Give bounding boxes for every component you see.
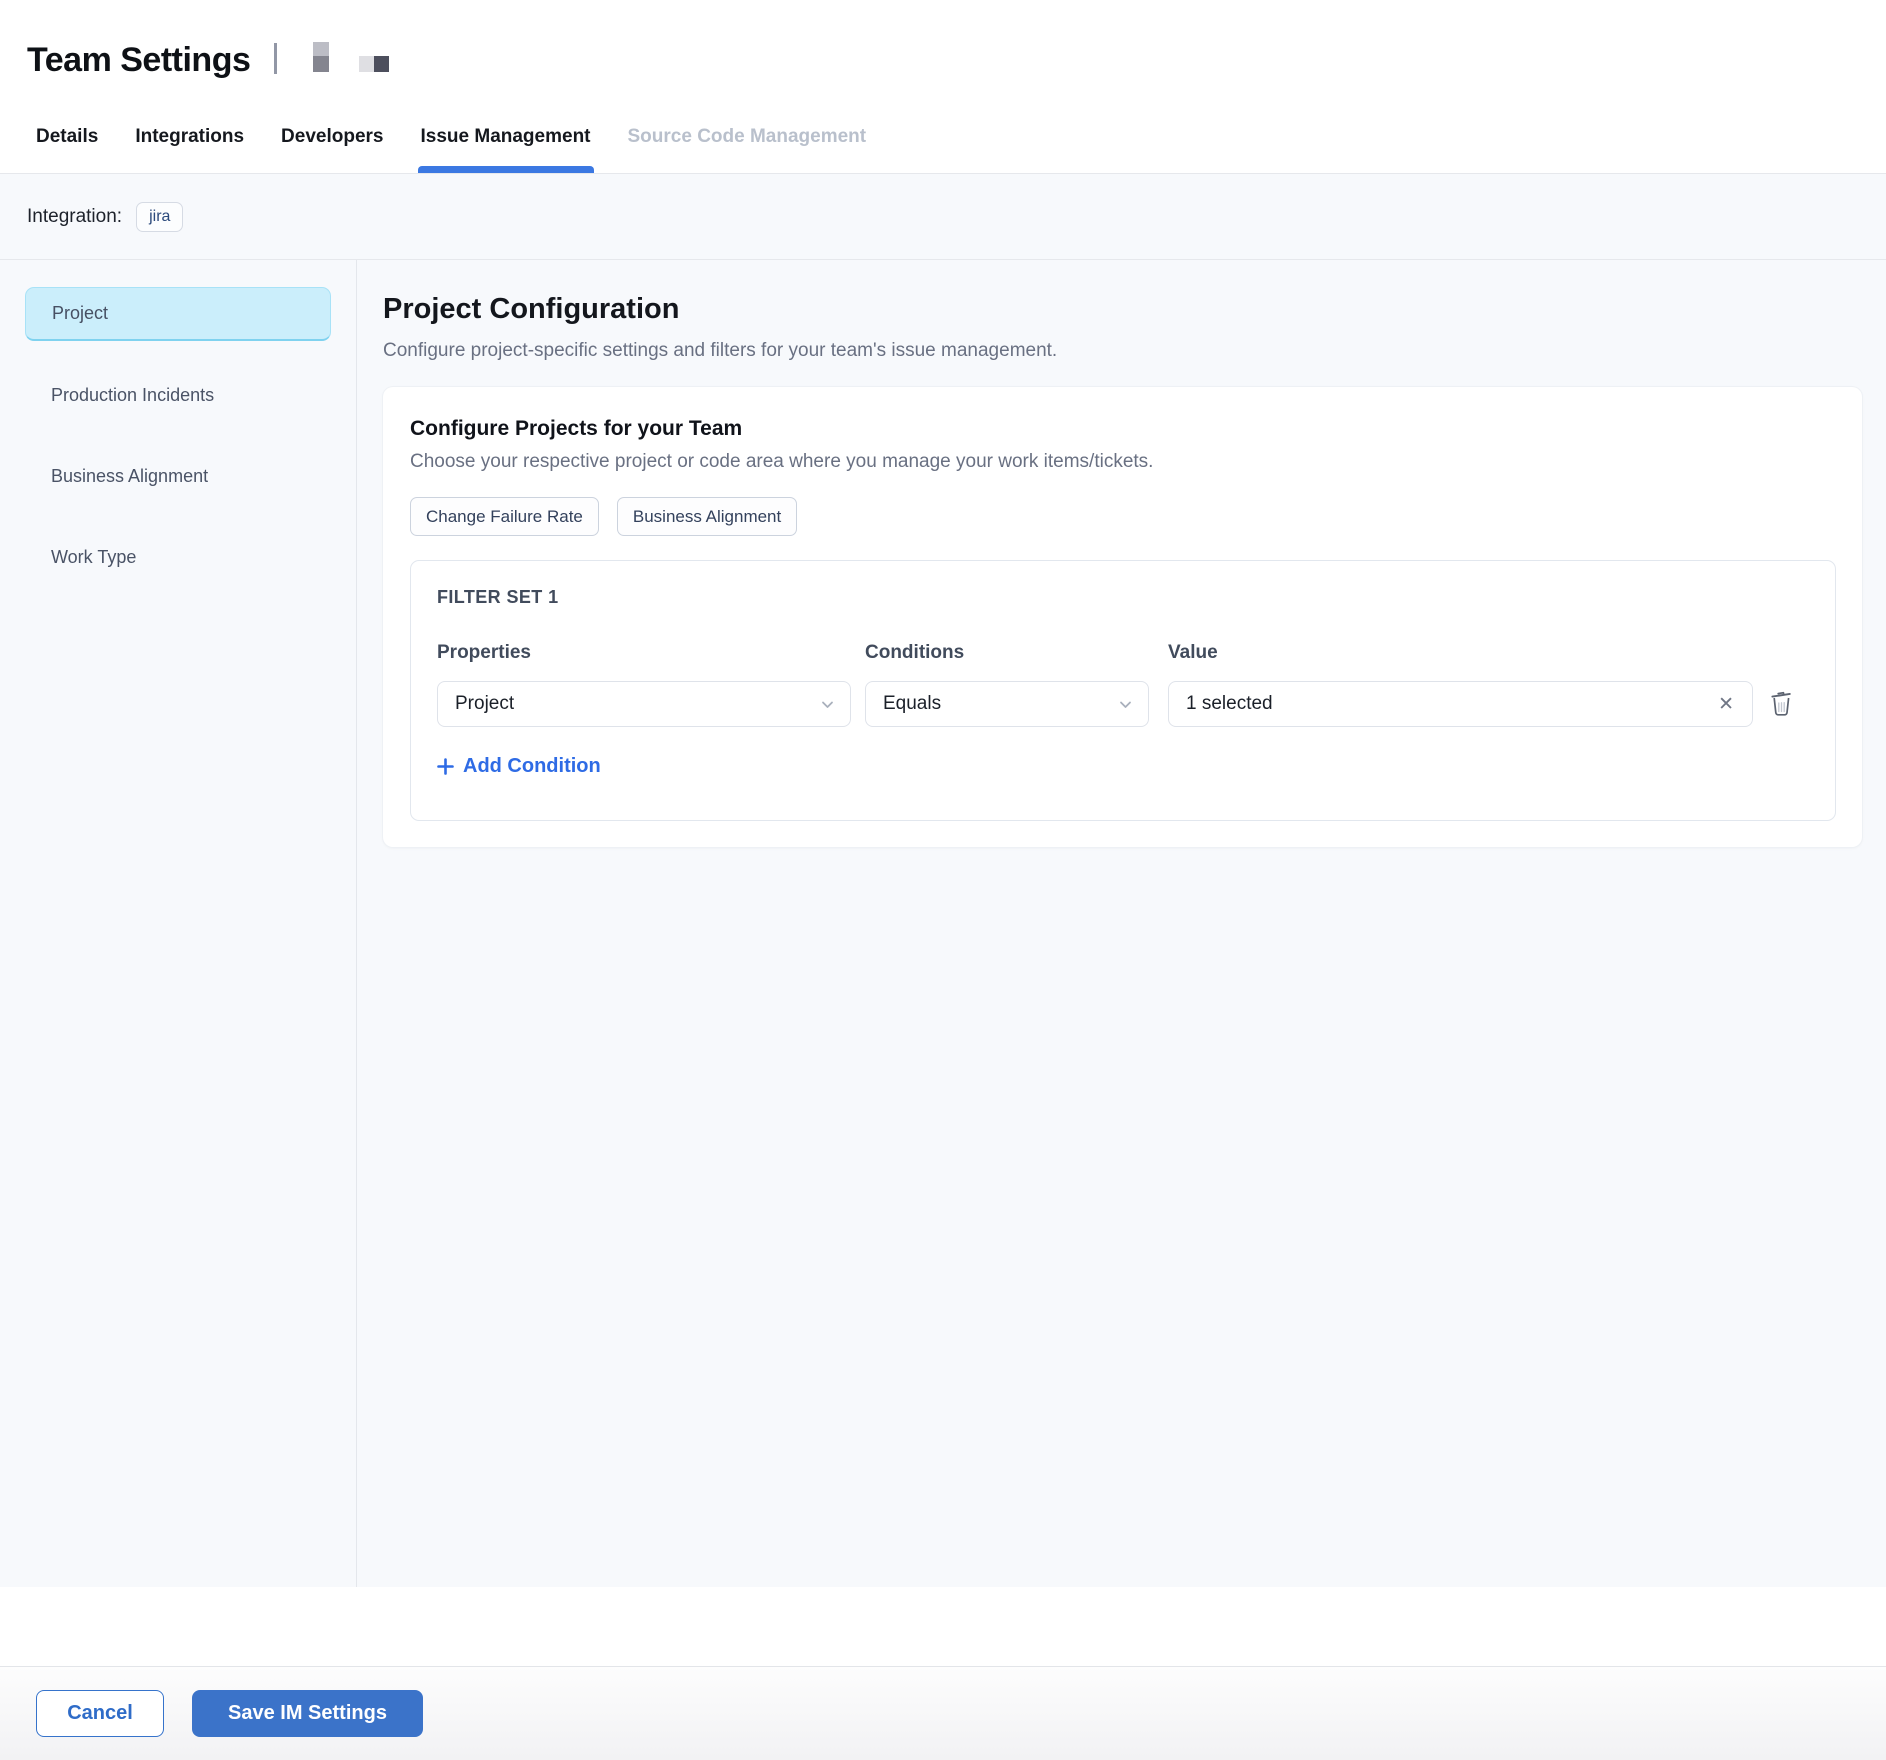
value-selected-count: 1 selected xyxy=(1186,693,1273,715)
card-title: Configure Projects for your Team xyxy=(410,417,1836,441)
redacted-block xyxy=(313,56,329,72)
card-subtitle: Choose your respective project or code a… xyxy=(410,451,1836,473)
footer-action-bar: Cancel Save IM Settings xyxy=(0,1666,1886,1760)
add-condition-label: Add Condition xyxy=(463,755,601,778)
conditions-label: Conditions xyxy=(865,642,1149,664)
chip-change-failure-rate[interactable]: Change Failure Rate xyxy=(410,497,599,536)
sidebar-item-production-incidents[interactable]: Production Incidents xyxy=(25,368,331,422)
tab-integrations[interactable]: Integrations xyxy=(135,100,244,173)
sidebar-item-work-type[interactable]: Work Type xyxy=(25,530,331,584)
filter-row: Properties Project Conditions Equals xyxy=(437,642,1809,727)
clear-x-icon: ✕ xyxy=(1718,694,1734,715)
tab-issue-management[interactable]: Issue Management xyxy=(421,100,591,173)
trash-icon xyxy=(1768,688,1795,717)
delete-filter-button[interactable] xyxy=(1766,686,1797,722)
integration-badge: jira xyxy=(136,202,183,232)
redacted-block xyxy=(359,56,374,72)
save-im-settings-button[interactable]: Save IM Settings xyxy=(192,1690,423,1737)
filter-set-1: FILTER SET 1 Properties Project Conditio… xyxy=(410,560,1836,821)
value-column: Value 1 selected ✕ xyxy=(1168,642,1753,727)
chevron-down-icon xyxy=(1117,696,1134,713)
tab-details[interactable]: Details xyxy=(36,100,98,173)
redacted-block xyxy=(313,42,329,56)
redacted-block xyxy=(374,56,389,72)
add-condition-button[interactable]: Add Condition xyxy=(437,755,601,778)
condition-select-value: Equals xyxy=(883,693,941,715)
integration-row: Integration: jira xyxy=(0,174,1886,260)
value-multiselect[interactable]: 1 selected ✕ xyxy=(1168,681,1753,727)
cancel-button[interactable]: Cancel xyxy=(36,1690,164,1737)
integration-label: Integration: xyxy=(27,206,122,228)
property-select[interactable]: Project xyxy=(437,681,851,727)
redacted-team-name xyxy=(313,42,329,72)
tab-bar: Details Integrations Developers Issue Ma… xyxy=(0,100,1886,174)
properties-column: Properties Project xyxy=(437,642,851,727)
clear-value-button[interactable]: ✕ xyxy=(1714,695,1738,714)
content-area: Project Production Incidents Business Al… xyxy=(0,260,1886,1587)
tab-developers[interactable]: Developers xyxy=(281,100,383,173)
chevron-down-icon xyxy=(819,696,836,713)
conditions-column: Conditions Equals xyxy=(865,642,1149,727)
main-panel: Project Configuration Configure project-… xyxy=(357,260,1886,1587)
title-separator xyxy=(274,43,277,74)
section-title: Project Configuration xyxy=(383,293,1862,326)
sidebar-item-project[interactable]: Project xyxy=(25,287,331,341)
sidebar: Project Production Incidents Business Al… xyxy=(0,260,357,1587)
property-select-value: Project xyxy=(455,693,514,715)
filter-set-title: FILTER SET 1 xyxy=(437,587,1809,608)
redacted-team-name xyxy=(359,56,389,72)
tab-source-code-management: Source Code Management xyxy=(628,100,867,173)
configure-projects-card: Configure Projects for your Team Choose … xyxy=(383,387,1862,847)
properties-label: Properties xyxy=(437,642,851,664)
sidebar-item-business-alignment[interactable]: Business Alignment xyxy=(25,449,331,503)
value-label: Value xyxy=(1168,642,1753,664)
header: Team Settings xyxy=(0,0,1886,100)
chip-business-alignment[interactable]: Business Alignment xyxy=(617,497,797,536)
footer-spacer xyxy=(0,1587,1886,1666)
plus-icon xyxy=(437,758,454,775)
section-subtitle: Configure project-specific settings and … xyxy=(383,340,1862,362)
condition-select[interactable]: Equals xyxy=(865,681,1149,727)
page-title: Team Settings xyxy=(27,44,250,76)
delete-filter-cell xyxy=(1753,681,1809,727)
project-chips: Change Failure Rate Business Alignment xyxy=(410,497,1836,536)
